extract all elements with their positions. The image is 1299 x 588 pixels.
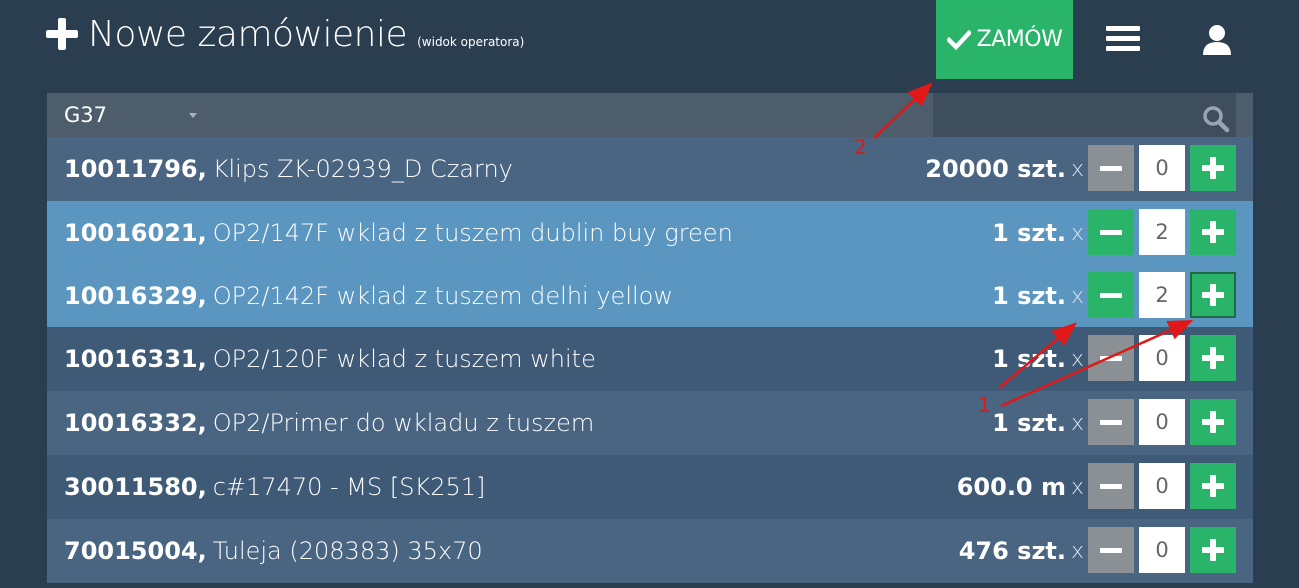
item-unit-qty: 600.0 m bbox=[956, 473, 1066, 501]
list-item: 10016021, OP2/147F wklad z tuszem dublin… bbox=[47, 201, 1253, 264]
group-select-value: G37 bbox=[64, 103, 107, 127]
multiply-sign: x bbox=[1071, 156, 1085, 182]
item-unit-qty: 1 szt. bbox=[992, 409, 1066, 437]
increment-button[interactable] bbox=[1190, 335, 1236, 381]
item-unit-qty: 1 szt. bbox=[992, 345, 1066, 373]
user-icon[interactable] bbox=[1200, 24, 1234, 56]
item-code: 10011796, bbox=[64, 155, 207, 183]
annotation-label-2: 2 bbox=[854, 135, 867, 159]
hamburger-menu-icon[interactable] bbox=[1106, 26, 1140, 54]
item-unit-qty: 1 szt. bbox=[992, 219, 1066, 247]
increment-button[interactable] bbox=[1190, 209, 1236, 255]
quantity-field[interactable]: 0 bbox=[1139, 463, 1185, 509]
item-unit-qty: 1 szt. bbox=[992, 282, 1066, 310]
item-code: 30011580, bbox=[64, 473, 207, 501]
item-code: 10016329, bbox=[64, 281, 207, 310]
order-button-label: ZAMÓW bbox=[976, 27, 1063, 52]
decrement-button[interactable] bbox=[1088, 463, 1134, 509]
item-code: 10016332, bbox=[64, 409, 207, 437]
item-code: 70015004, bbox=[64, 537, 207, 565]
quantity-field[interactable]: 2 bbox=[1139, 209, 1185, 255]
quantity-field[interactable]: 0 bbox=[1139, 335, 1185, 381]
decrement-button[interactable] bbox=[1088, 399, 1134, 445]
multiply-sign: x bbox=[1071, 538, 1085, 564]
item-code: 10016021, bbox=[64, 218, 207, 247]
header: Nowe zamówienie (widok operatora) ZAMÓW bbox=[0, 0, 1299, 80]
increment-button[interactable] bbox=[1190, 527, 1236, 573]
list-item: 10016332, OP2/Primer do wkladu z tuszem … bbox=[47, 391, 1253, 455]
list-item: 30011580, c#17470 - MS [SK251] 600.0 m x… bbox=[47, 455, 1253, 519]
item-name: OP2/Primer do wkladu z tuszem bbox=[212, 409, 595, 437]
item-name: OP2/147F wklad z tuszem dublin buy green bbox=[212, 218, 733, 247]
item-code: 10016331, bbox=[64, 345, 207, 373]
item-name: Tuleja (208383) 35x70 bbox=[212, 537, 483, 565]
multiply-sign: x bbox=[1071, 220, 1085, 246]
decrement-button[interactable] bbox=[1088, 272, 1134, 318]
decrement-button[interactable] bbox=[1088, 335, 1134, 381]
quantity-field[interactable]: 0 bbox=[1139, 145, 1185, 191]
item-unit-qty: 476 szt. bbox=[958, 537, 1066, 565]
chevron-down-icon bbox=[189, 113, 197, 118]
check-icon bbox=[946, 29, 971, 50]
item-name: OP2/142F wklad z tuszem delhi yellow bbox=[212, 281, 673, 310]
title-area: Nowe zamówienie (widok operatora) bbox=[46, 14, 524, 55]
filter-bar: G37 bbox=[47, 93, 1253, 137]
item-unit-qty: 20000 szt. bbox=[925, 155, 1066, 183]
group-select[interactable]: G37 bbox=[47, 93, 207, 137]
page-title: Nowe zamówienie bbox=[88, 14, 408, 55]
item-name: Klips ZK-02939_D Czarny bbox=[212, 155, 513, 183]
product-list: 10011796, Klips ZK-02939_D Czarny 20000 … bbox=[47, 137, 1253, 583]
multiply-sign: x bbox=[1071, 410, 1085, 436]
multiply-sign: x bbox=[1071, 474, 1085, 500]
increment-button[interactable] bbox=[1190, 145, 1236, 191]
decrement-button[interactable] bbox=[1088, 145, 1134, 191]
increment-button[interactable] bbox=[1190, 463, 1236, 509]
multiply-sign: x bbox=[1071, 283, 1085, 309]
quantity-field[interactable]: 0 bbox=[1139, 399, 1185, 445]
item-name: OP2/120F wklad z tuszem white bbox=[212, 345, 596, 373]
search-input[interactable] bbox=[933, 93, 1236, 137]
list-item: 10016331, OP2/120F wklad z tuszem white … bbox=[47, 327, 1253, 391]
plus-icon bbox=[46, 18, 78, 50]
decrement-button[interactable] bbox=[1088, 527, 1134, 573]
decrement-button[interactable] bbox=[1088, 209, 1134, 255]
quantity-field[interactable]: 0 bbox=[1139, 527, 1185, 573]
list-item: 70015004, Tuleja (208383) 35x70 476 szt.… bbox=[47, 519, 1253, 583]
annotation-label-1: 1 bbox=[978, 393, 991, 417]
search-icon[interactable] bbox=[1202, 105, 1230, 133]
increment-button[interactable] bbox=[1190, 272, 1236, 318]
increment-button[interactable] bbox=[1190, 399, 1236, 445]
item-name: c#17470 - MS [SK251] bbox=[212, 473, 486, 501]
order-button[interactable]: ZAMÓW bbox=[936, 0, 1073, 79]
order-panel: G37 10011796, Klips ZK-02939_D Czarny 20… bbox=[47, 93, 1253, 588]
page-subtitle: (widok operatora) bbox=[417, 35, 525, 49]
quantity-field[interactable]: 2 bbox=[1139, 272, 1185, 318]
list-item: 10016329, OP2/142F wklad z tuszem delhi … bbox=[47, 264, 1253, 327]
multiply-sign: x bbox=[1071, 346, 1085, 372]
list-item: 10011796, Klips ZK-02939_D Czarny 20000 … bbox=[47, 137, 1253, 201]
